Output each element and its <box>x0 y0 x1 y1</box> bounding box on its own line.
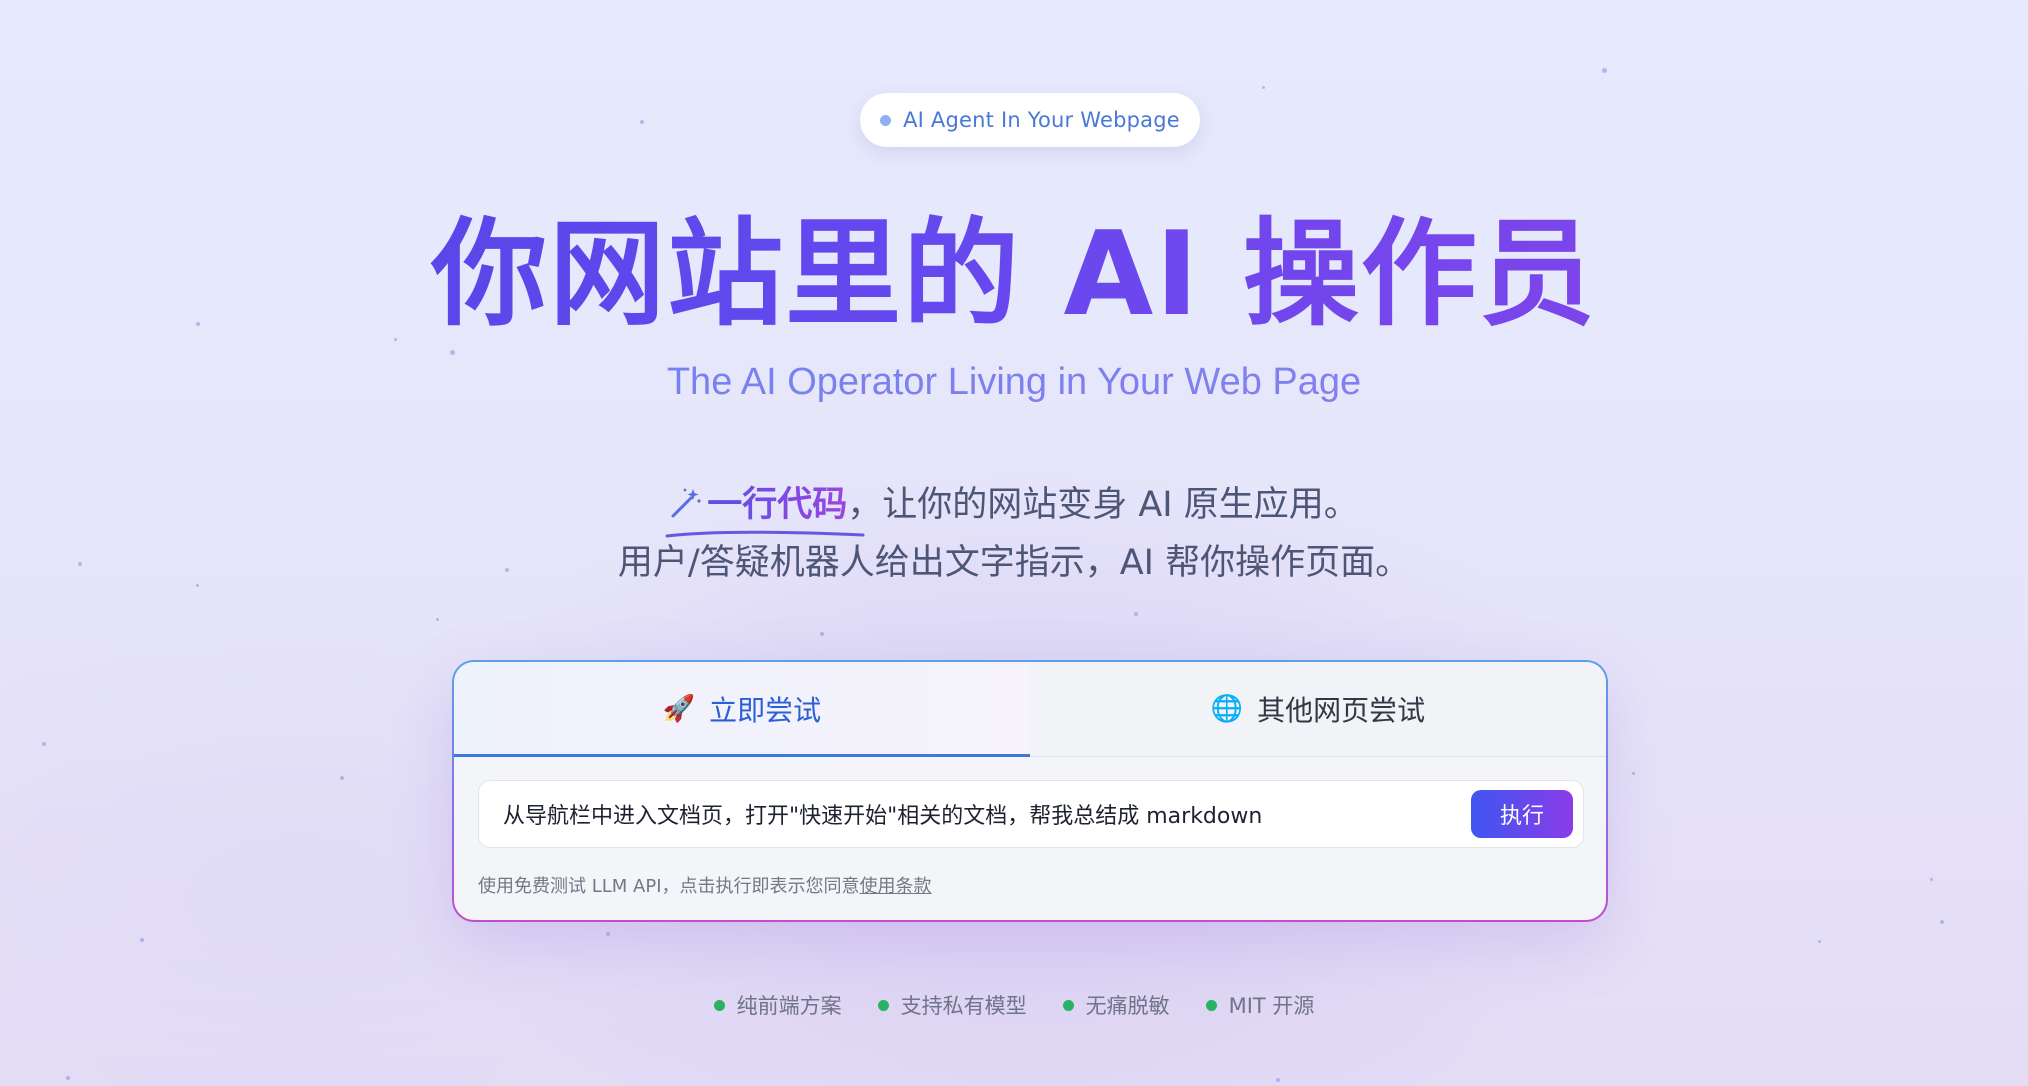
rocket-icon: 🚀 <box>662 694 696 724</box>
highlight-text: 一行代码 <box>707 485 848 525</box>
feature-label: 支持私有模型 <box>900 994 1027 1018</box>
hero-title: 你网站里的 AI 操作员 <box>0 210 2028 340</box>
particle-dot <box>1262 86 1265 89</box>
badge-dot-icon <box>880 114 892 126</box>
terms-link[interactable]: 使用条款 <box>860 876 932 897</box>
feature-item: 纯前端方案 <box>713 990 842 1020</box>
feature-dot-icon <box>877 999 889 1011</box>
particle-dot <box>606 932 610 936</box>
try-card: 🚀 立即尝试 🌐 其他网页尝试 执行 使用免费测试 LLM API，点击执行即表… <box>452 660 1608 922</box>
task-input[interactable] <box>501 800 1471 828</box>
hero-subtitle: The AI Operator Living in Your Web Page <box>0 358 2028 406</box>
particle-dot <box>1632 772 1635 775</box>
particle-dot <box>640 120 644 124</box>
feature-label: MIT 开源 <box>1228 994 1315 1018</box>
feature-item: 无痛脱敏 <box>1062 990 1170 1020</box>
particle-dot <box>1818 940 1821 943</box>
badge-label: AI Agent In Your Webpage <box>903 108 1180 132</box>
particle-dot <box>1940 920 1944 924</box>
feature-item: MIT 开源 <box>1205 990 1315 1020</box>
particle-dot <box>450 350 455 355</box>
tab-try-now-label: 立即尝试 <box>709 694 822 727</box>
try-card-body: 🚀 立即尝试 🌐 其他网页尝试 执行 使用免费测试 LLM API，点击执行即表… <box>454 662 1606 920</box>
highlight-underline <box>665 530 865 538</box>
task-input-row: 执行 <box>478 780 1584 848</box>
page: AI Agent In Your Webpage 你网站里的 AI 操作员 Th… <box>0 0 2028 1086</box>
feature-item: 支持私有模型 <box>877 990 1027 1020</box>
particle-dot <box>436 618 439 621</box>
footnote-text: 使用免费测试 LLM API，点击执行即表示您同意 <box>478 876 860 897</box>
description-line-1: 一行代码 ，让你的网站变身 AI 原生应用。 <box>0 476 2028 538</box>
particle-dot <box>1276 1078 1280 1082</box>
feature-label: 纯前端方案 <box>736 994 842 1018</box>
try-tabs: 🚀 立即尝试 🌐 其他网页尝试 <box>454 662 1606 757</box>
tab-try-now[interactable]: 🚀 立即尝试 <box>454 662 1030 757</box>
particle-dot <box>340 776 344 780</box>
globe-icon: 🌐 <box>1210 694 1244 724</box>
feature-dot-icon <box>713 999 725 1011</box>
feature-label: 无痛脱敏 <box>1085 994 1170 1018</box>
description-line-2: 用户/答疑机器人给出文字指示，AI 帮你操作页面。 <box>617 543 1411 583</box>
tagline-badge: AI Agent In Your Webpage <box>860 93 1200 147</box>
particle-dot <box>140 938 144 942</box>
feature-dot-icon <box>1205 999 1217 1011</box>
description-line-1-rest: ，让你的网站变身 AI 原生应用。 <box>847 485 1359 525</box>
particle-dot <box>66 1076 70 1080</box>
particle-dot <box>1930 878 1933 881</box>
hero-description: 一行代码 ，让你的网站变身 AI 原生应用。 用户/答疑机器人给出文字指示，AI… <box>0 476 2028 592</box>
feature-list: 纯前端方案 支持私有模型 无痛脱敏 MIT 开源 <box>0 990 2028 1020</box>
particle-dot <box>820 632 824 636</box>
particle-dot <box>1602 68 1607 73</box>
terms-footnote: 使用免费测试 LLM API，点击执行即表示您同意使用条款 <box>478 872 932 898</box>
run-button[interactable]: 执行 <box>1471 790 1573 838</box>
particle-dot <box>1134 612 1138 616</box>
tab-other-pages[interactable]: 🌐 其他网页尝试 <box>1030 662 1606 756</box>
highlight-phrase: 一行代码 <box>665 476 865 538</box>
feature-dot-icon <box>1062 999 1074 1011</box>
tab-other-pages-label: 其他网页尝试 <box>1257 694 1426 727</box>
magic-wand-icon <box>669 476 703 534</box>
particle-dot <box>42 742 46 746</box>
